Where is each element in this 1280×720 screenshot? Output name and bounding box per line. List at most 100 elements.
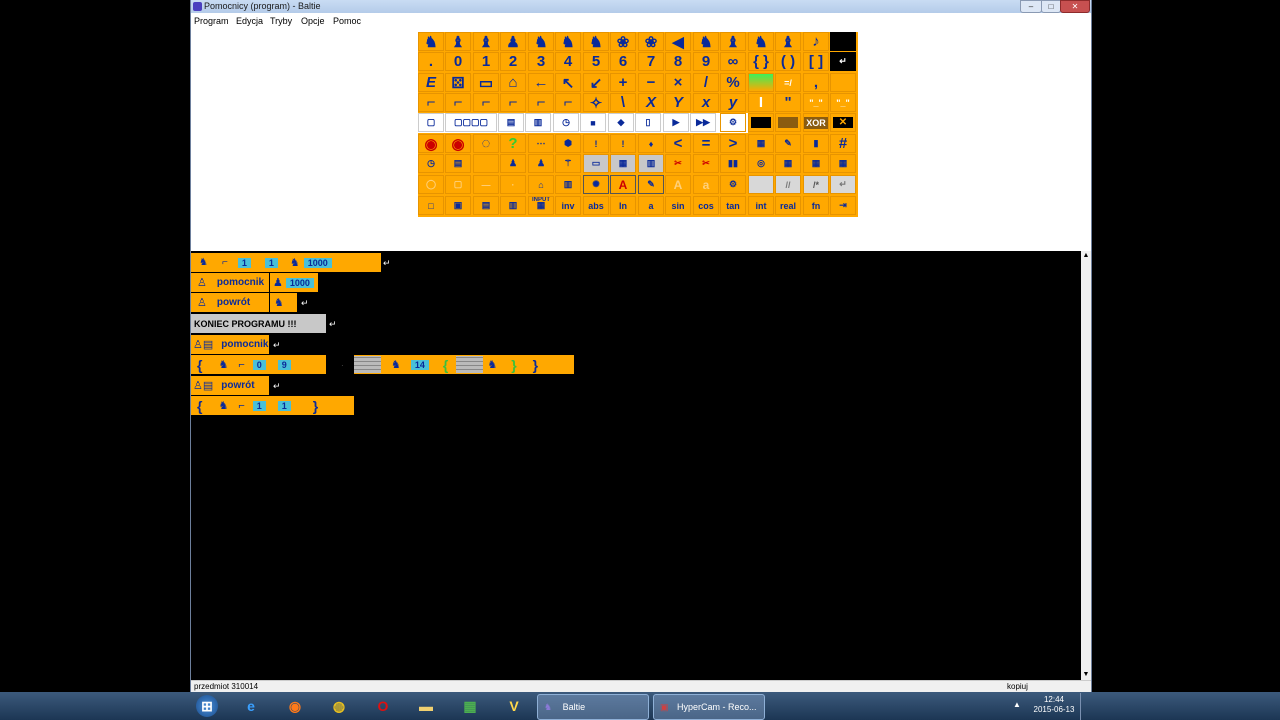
cmd-percent[interactable]: % [720, 73, 746, 92]
cmd-parens[interactable]: ( ) [775, 52, 801, 71]
cmd-hash[interactable]: # [830, 134, 856, 153]
cmd-kbd-icon[interactable]: ▤ [445, 154, 471, 173]
cmd-loop-5-icon[interactable]: ⌐ [528, 93, 554, 112]
cmd-target-icon[interactable]: ◎ [748, 154, 774, 173]
cmd-or-icon[interactable]: ! [583, 134, 609, 153]
cmd-folder-icon[interactable]: □ [418, 196, 444, 215]
cmd-break-icon[interactable]: ◌ [473, 134, 499, 153]
close-button[interactable]: ✕ [1060, 0, 1090, 13]
cmd-eye-1-icon[interactable]: ◉ [418, 134, 444, 153]
cmd-play-icon[interactable]: ▶ [663, 113, 689, 132]
program-line-1[interactable]: ♞ ⌐ 1 1 ♞ 1000 [191, 253, 381, 272]
cmd-walk-2-icon[interactable]: ♟ [528, 154, 554, 173]
cmd-jump-icon[interactable]: ♞ [555, 32, 581, 51]
cmd-e[interactable]: E [418, 73, 444, 92]
cmd-xor-icon[interactable]: ♦ [638, 134, 664, 153]
cmd-gear-2-icon[interactable]: ⚙ [720, 175, 746, 194]
cmd-tan[interactable]: tan [720, 196, 746, 215]
chrome-icon[interactable]: ◍ [327, 695, 351, 717]
cmd-8[interactable]: 8 [665, 52, 691, 71]
cmd-comma[interactable]: , [803, 73, 829, 92]
cmd-doc-icon[interactable]: ▯ [635, 113, 661, 132]
cmd-move-icon[interactable]: ♞ [583, 32, 609, 51]
cmd-equal[interactable]: = [693, 134, 719, 153]
cmd-block-icon[interactable]: ▮ [803, 134, 829, 153]
cmd-pencil-icon[interactable]: ✎ [638, 175, 664, 194]
cmd-copy-icon[interactable]: ▤ [498, 113, 524, 132]
explorer-icon[interactable]: ▬ [414, 695, 438, 717]
cmd-blank-1[interactable] [473, 154, 499, 173]
system-clock[interactable]: 12:44 2015-06-13 [1030, 695, 1078, 715]
proc2-value-2[interactable]: 1 [277, 400, 291, 411]
task-hypercam[interactable]: ▣ HyperCam - Reco... [653, 694, 765, 720]
cmd-0[interactable]: 0 [445, 52, 471, 71]
cmd-gray-4-icon[interactable] [748, 175, 774, 194]
cmd-wizard-4-icon[interactable]: ♞ [693, 32, 719, 51]
menu-program[interactable]: Program [194, 16, 229, 26]
cmd-color[interactable] [748, 73, 774, 92]
cmd-infinity[interactable]: ∞ [720, 52, 746, 71]
cmd-loop-1-icon[interactable]: ⌐ [418, 93, 444, 112]
cmd-wizard-3-icon[interactable]: ♝ [473, 32, 499, 51]
cmd-links-3-icon[interactable]: ▦ [830, 154, 856, 173]
cmd-circle-icon[interactable]: ◯ [418, 175, 444, 194]
cmd-loop-2-icon[interactable]: ⌐ [445, 93, 471, 112]
cmd-inv[interactable]: inv [555, 196, 581, 215]
cmd-brush-icon[interactable]: ✺ [583, 175, 609, 194]
cmd-gray-2-icon[interactable]: ▦ [610, 154, 636, 173]
cmd-bucket-icon[interactable]: ▥ [555, 175, 581, 194]
cmd-question-icon[interactable]: ? [500, 134, 526, 153]
cmd-wand-icon[interactable]: ⚚ [555, 154, 581, 173]
cmd-neq[interactable]: =/ [775, 73, 801, 92]
cmd-minus[interactable]: − [638, 73, 664, 92]
cmd-exit-icon[interactable]: ⇥ [830, 196, 856, 215]
program-editor[interactable]: ♞ ⌐ 1 1 ♞ 1000 ↵ ♙ pomocnik ♟ 1000 ♙ pow… [191, 251, 1081, 680]
cmd-links-2-icon[interactable]: ▦ [803, 154, 829, 173]
cmd-clock-icon[interactable]: ◷ [553, 113, 579, 132]
cmd-brackets[interactable]: [ ] [803, 52, 829, 71]
menu-edycja[interactable]: Edycja [236, 16, 263, 26]
cmd-eye-2-icon[interactable]: ◉ [445, 134, 471, 153]
line2-number[interactable]: 1000 [285, 277, 314, 288]
cmd-left[interactable]: ← [528, 73, 554, 92]
cmd-turn-icon[interactable]: ♞ [528, 32, 554, 51]
cmd-x-lower[interactable]: x [693, 93, 719, 112]
cmd-backslash-icon[interactable]: \ [610, 93, 636, 112]
cmd-disk-icon[interactable]: ▣ [445, 196, 471, 215]
cmd-star-icon[interactable]: ✧ [583, 93, 609, 112]
firefox-icon[interactable]: ◉ [283, 695, 307, 717]
line1-value-1[interactable]: 1 [237, 257, 251, 268]
cmd-page-icon[interactable]: ▢ [418, 113, 444, 132]
cmd-6[interactable]: 6 [610, 52, 636, 71]
cmd-fish-icon[interactable]: ◆ [608, 113, 634, 132]
cmd-square-icon[interactable]: ▢ [445, 175, 471, 194]
line1-number[interactable]: 1000 [303, 257, 332, 268]
cmd-wizard-7-icon[interactable]: ♝ [775, 32, 801, 51]
cmd-comment-icon[interactable]: // [775, 175, 801, 194]
cmd-stop-icon[interactable]: ■ [580, 113, 606, 132]
show-desktop-button[interactable] [1080, 693, 1090, 720]
line1-value-2[interactable]: 1 [264, 257, 278, 268]
cmd-real[interactable]: real [775, 196, 801, 215]
cmd-links-1-icon[interactable]: ▦ [775, 154, 801, 173]
cmd-4[interactable]: 4 [555, 52, 581, 71]
cmd-int[interactable]: int [748, 196, 774, 215]
cmd-black-icon[interactable] [830, 32, 856, 51]
cmd-downleft[interactable]: ↙ [583, 73, 609, 92]
cmd-brown-rect-icon[interactable] [775, 113, 801, 132]
cmd-quote-space-2[interactable]: "_" [830, 93, 856, 112]
cmd-greater[interactable]: > [720, 134, 746, 153]
cmd-black-rect-icon[interactable] [748, 113, 774, 132]
cmd-9[interactable]: 9 [693, 52, 719, 71]
program-line-2-cmd[interactable]: ♟ 1000 [270, 273, 318, 292]
cmd-store-2-icon[interactable]: ▥ [500, 196, 526, 215]
cmd-step-icon[interactable]: ♟ [500, 32, 526, 51]
opera-icon[interactable]: O [371, 695, 395, 717]
minecraft-icon[interactable]: ▦ [458, 695, 482, 717]
cmd-magic-2-icon[interactable]: ❀ [638, 32, 664, 51]
cmd-gear-icon[interactable]: ⚙ [720, 113, 746, 132]
proc-pomocnik-body-2[interactable]: ♞ 14 { ♞ } } [354, 355, 574, 374]
proc-powrot-body[interactable]: { ♞ ⌐ 1 1 } [191, 396, 354, 415]
cmd-walk-1-icon[interactable]: ♟ [500, 154, 526, 173]
cmd-3[interactable]: 3 [528, 52, 554, 71]
